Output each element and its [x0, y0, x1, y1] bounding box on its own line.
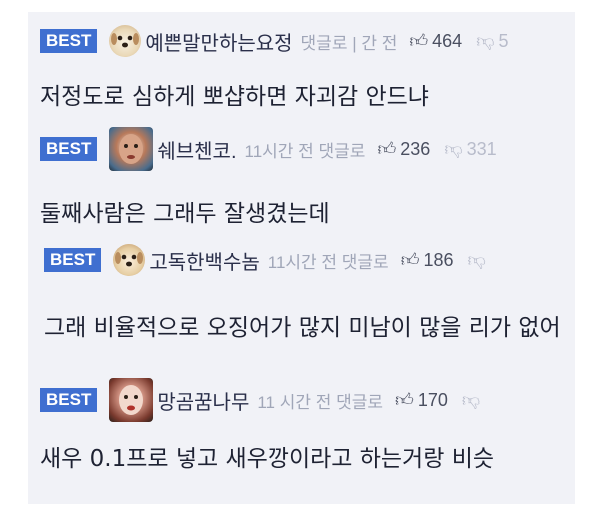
timestamp: 11시간 전 댓글로: [244, 141, 366, 161]
nickname[interactable]: 고독한백수놈: [149, 246, 259, 275]
thumbs-down-icon[interactable]: 👎︎: [476, 30, 494, 52]
thumbs-down-icon[interactable]: 👎︎: [444, 138, 462, 160]
best-badge: BEST: [40, 388, 98, 412]
comment-meta: BEST 망곰꿈나무 11 시간 전 댓글로 👍︎ 170 👎︎: [40, 378, 484, 422]
nickname[interactable]: 망곰꿈나무: [157, 386, 249, 415]
comment-text: 그래 비율적으로 오징어가 많지 미남이 많을 리가 없어: [44, 315, 561, 341]
timestamp: 댓글로 | 간 전: [300, 33, 398, 53]
timestamp: 11시간 전 댓글로: [267, 252, 389, 272]
like-count: 170: [417, 389, 448, 410]
best-badge: BEST: [40, 137, 98, 161]
thumbs-down-icon[interactable]: 👎︎: [462, 389, 480, 411]
thumbs-down-icon[interactable]: 👎︎: [468, 249, 486, 271]
comment-meta: BEST 고독한백수놈 11시간 전 댓글로 👍︎ 186 👎︎: [44, 244, 490, 276]
avatar[interactable]: [113, 244, 146, 276]
comment-text: 둘째사람은 그래두 잘생겼는데: [40, 201, 330, 227]
best-comments-panel: BEST 예쁜말만하는요정 댓글로 | 간 전 👍︎ 464 👎︎ 5 저정도로…: [28, 12, 575, 504]
comment-meta: BEST 쉐브첸코. 11시간 전 댓글로 👍︎ 236 👎︎ 331: [40, 127, 497, 171]
thumbs-up-icon[interactable]: 👍︎: [377, 138, 396, 160]
best-badge: BEST: [44, 248, 102, 272]
timestamp: 11 시간 전 댓글로: [257, 392, 384, 412]
like-count: 464: [432, 30, 463, 51]
best-badge: BEST: [40, 29, 98, 53]
like-count: 236: [400, 138, 431, 159]
avatar[interactable]: [109, 25, 142, 57]
like-count: 186: [423, 249, 454, 270]
comment-meta: BEST 예쁜말만하는요정 댓글로 | 간 전 👍︎ 464 👎︎ 5: [40, 25, 509, 57]
comment-text: 저정도로 심하게 뽀샵하면 자괴감 안드냐: [40, 84, 429, 110]
dislike-count: 5: [498, 30, 509, 51]
thumbs-up-icon[interactable]: 👍︎: [401, 249, 420, 271]
comment-text: 새우 0.1프로 넣고 새우깡이라고 하는거랑 비슷: [40, 446, 495, 472]
avatar[interactable]: [109, 378, 154, 422]
thumbs-up-icon[interactable]: 👍︎: [395, 389, 414, 411]
thumbs-up-icon[interactable]: 👍︎: [409, 30, 428, 52]
dislike-count: 331: [466, 138, 497, 159]
nickname[interactable]: 쉐브첸코.: [157, 135, 236, 164]
avatar[interactable]: [109, 127, 154, 171]
nickname[interactable]: 예쁜말만하는요정: [145, 27, 292, 56]
